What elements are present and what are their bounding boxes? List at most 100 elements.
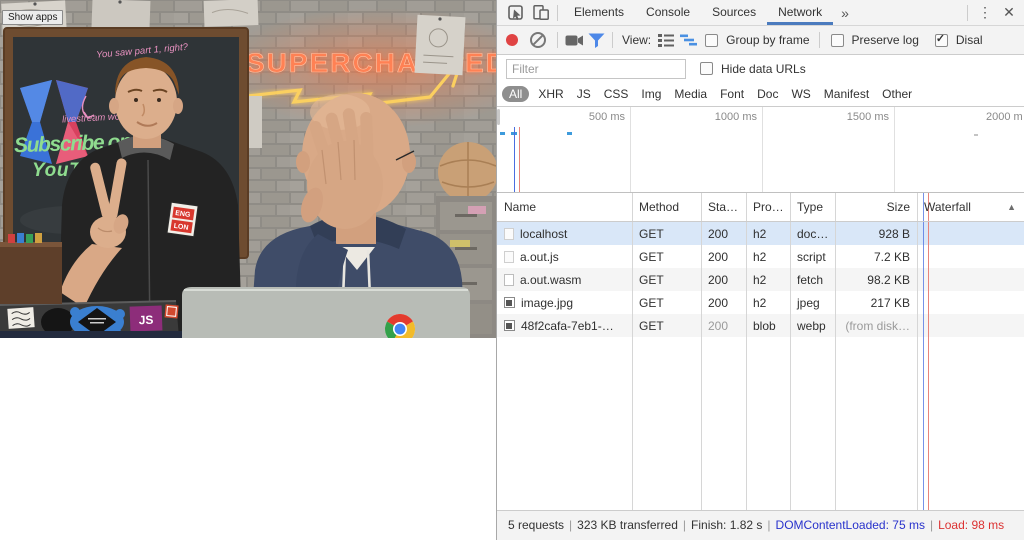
preserve-log-label[interactable]: Preserve log [852, 33, 919, 47]
filter-row: Hide data URLs [497, 55, 1024, 82]
filter-type-other[interactable]: Other [882, 87, 912, 101]
requests-count: 5 requests [508, 518, 564, 532]
filter-type-ws[interactable]: WS [791, 87, 810, 101]
divider [557, 32, 558, 48]
tab-network[interactable]: Network [767, 0, 833, 25]
overview-resize-handle[interactable] [497, 109, 500, 125]
devtools-tabbar: Elements Console Sources Network » ⋮ ✕ [497, 0, 1024, 26]
timeline-tick: 500 ms [555, 111, 625, 123]
more-tabs-icon[interactable]: » [833, 5, 857, 21]
group-by-frame-label[interactable]: Group by frame [726, 33, 809, 47]
disable-cache-label[interactable]: Disal [956, 33, 983, 47]
hide-data-urls-checkbox[interactable] [700, 62, 713, 75]
request-table: Name Method Sta… Pro… Type Size Waterfal… [497, 193, 1024, 510]
request-name: 48f2cafa-7eb1-… [521, 319, 614, 333]
filter-type-css[interactable]: CSS [604, 87, 629, 101]
group-by-frame-checkbox[interactable] [705, 34, 718, 47]
filter-type-xhr[interactable]: XHR [538, 87, 563, 101]
sticker-laptop: JS [0, 301, 182, 338]
domcontentloaded-time: DOMContentLoaded: 75 ms [776, 518, 925, 532]
image-icon [504, 320, 515, 331]
filter-input[interactable] [506, 59, 686, 79]
video-frame: SUPERCHARGED SUPERCHARGED [0, 0, 496, 338]
capture-screenshots-icon[interactable] [563, 29, 585, 51]
devtools-panel: Elements Console Sources Network » ⋮ ✕ [496, 0, 1024, 540]
list-view-icon[interactable] [655, 29, 677, 51]
load-event-line [928, 193, 929, 510]
silver-laptop [182, 287, 470, 338]
header-type[interactable]: Type [790, 200, 835, 214]
table-header-row: Name Method Sta… Pro… Type Size Waterfal… [497, 193, 1024, 222]
request-name: image.jpg [521, 296, 573, 310]
overview-request-mark [567, 132, 572, 135]
divider [967, 5, 968, 21]
screen: SUPERCHARGED SUPERCHARGED [0, 0, 1024, 540]
network-toolbar: View: [497, 26, 1024, 55]
filter-type-media[interactable]: Media [674, 87, 707, 101]
transferred-size: 323 KB transferred [577, 518, 678, 532]
document-icon [504, 251, 514, 263]
tab-console[interactable]: Console [635, 0, 701, 25]
header-status[interactable]: Sta… [701, 200, 746, 214]
jacket-patch: ENG LON [167, 202, 198, 236]
overview-request-mark [974, 134, 978, 136]
filter-type-manifest[interactable]: Manifest [824, 87, 869, 101]
header-waterfall[interactable]: Waterfall ▲ [917, 200, 1024, 214]
table-row-blob[interactable]: 48f2cafa-7eb1-… GET 200 blob webp (from … [497, 314, 1024, 337]
network-overview[interactable]: 500 ms 1000 ms 1500 ms 2000 m [497, 107, 1024, 193]
table-row-aoutwasm[interactable]: a.out.wasm GET 200 h2 fetch 98.2 KB [497, 268, 1024, 291]
finish-time: Finish: 1.82 s [691, 518, 762, 532]
dcl-event-line [923, 193, 924, 510]
filter-type-all[interactable]: All [502, 86, 529, 102]
header-method[interactable]: Method [632, 200, 701, 214]
show-apps-tooltip: Show apps [2, 10, 63, 25]
preserve-log-checkbox[interactable] [831, 34, 844, 47]
tab-elements[interactable]: Elements [563, 0, 635, 25]
table-row-imagejpg[interactable]: image.jpg GET 200 h2 jpeg 217 KB [497, 291, 1024, 314]
header-size[interactable]: Size [835, 200, 917, 214]
timeline-tick: 1500 ms [819, 111, 889, 123]
network-summary-bar: 5 requests|323 KB transferred|Finish: 1.… [497, 510, 1024, 540]
document-icon [504, 228, 514, 240]
document-icon [504, 274, 514, 286]
overview-request-mark [500, 132, 505, 135]
timeline-tick: 2000 m [986, 111, 1023, 123]
hide-data-urls-label[interactable]: Hide data URLs [721, 62, 806, 76]
svg-text:JS: JS [138, 313, 153, 328]
filter-type-font[interactable]: Font [720, 87, 744, 101]
studio-photo-illustration: SUPERCHARGED SUPERCHARGED [0, 0, 496, 338]
request-name: localhost [520, 227, 567, 241]
filter-type-img[interactable]: Img [641, 87, 661, 101]
load-time: Load: 98 ms [938, 518, 1004, 532]
inspect-element-icon[interactable] [504, 2, 526, 24]
tab-sources[interactable]: Sources [701, 0, 767, 25]
device-toolbar-icon[interactable] [530, 2, 552, 24]
filter-type-doc[interactable]: Doc [757, 87, 778, 101]
close-devtools-icon[interactable]: ✕ [997, 4, 1021, 21]
waterfall-view-icon[interactable] [677, 29, 699, 51]
divider [612, 32, 613, 48]
request-name: a.out.wasm [520, 273, 581, 287]
divider [819, 32, 820, 48]
record-button[interactable] [506, 34, 518, 46]
clear-icon[interactable] [530, 32, 546, 48]
load-event-line [519, 127, 520, 192]
js-sticker: JS [130, 305, 163, 331]
side-shelf [0, 233, 62, 304]
request-name: a.out.js [520, 250, 559, 264]
divider [557, 5, 558, 21]
view-label: View: [622, 33, 651, 47]
filter-icon[interactable] [585, 29, 607, 51]
filter-type-js[interactable]: JS [577, 87, 591, 101]
timeline-tick: 1000 ms [687, 111, 757, 123]
devtools-menu-icon[interactable]: ⋮ [973, 4, 997, 21]
resource-type-filters: All XHR JS CSS Img Media Font Doc WS Man… [497, 82, 1024, 107]
disable-cache-checkbox[interactable] [935, 34, 948, 47]
table-row-localhost[interactable]: localhost GET 200 h2 doc… 928 B [497, 222, 1024, 245]
sort-ascending-icon: ▲ [1007, 202, 1016, 212]
image-icon [504, 297, 515, 308]
header-protocol[interactable]: Pro… [746, 200, 790, 214]
dcl-event-line [514, 127, 515, 192]
table-row-aoutjs[interactable]: a.out.js GET 200 h2 script 7.2 KB [497, 245, 1024, 268]
header-name[interactable]: Name [497, 200, 632, 214]
